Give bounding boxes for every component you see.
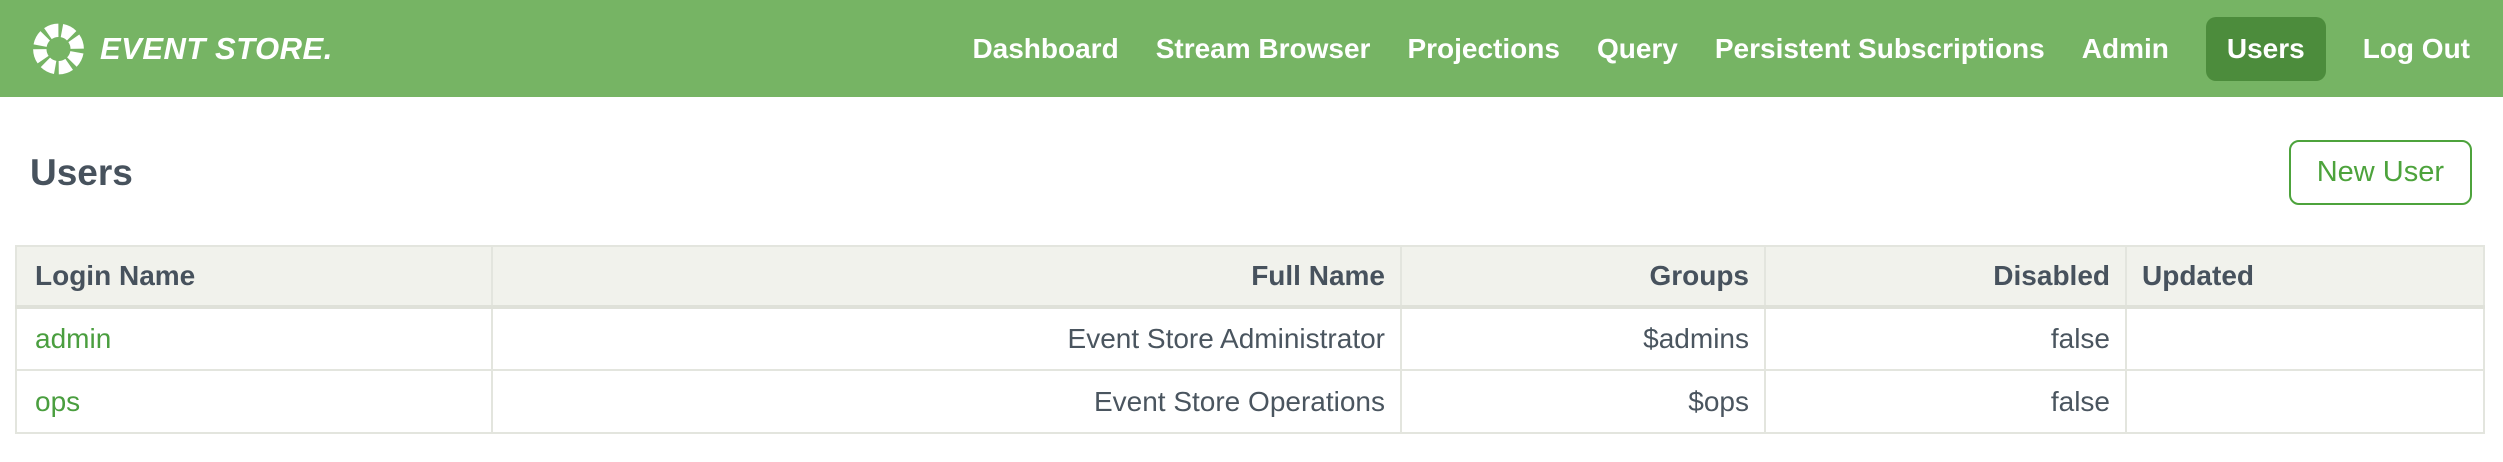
- users-table-body: admin Event Store Administrator $admins …: [16, 307, 2484, 433]
- column-header-login-name: Login Name: [16, 246, 492, 307]
- nav-item-admin[interactable]: Admin: [2082, 33, 2169, 65]
- cell-groups: $ops: [1401, 370, 1765, 433]
- user-link-admin[interactable]: admin: [35, 323, 111, 354]
- cell-disabled: false: [1765, 370, 2126, 433]
- table-row: ops Event Store Operations $ops false: [16, 370, 2484, 433]
- cell-disabled: false: [1765, 307, 2126, 370]
- nav-item-dashboard[interactable]: Dashboard: [972, 33, 1118, 65]
- nav-item-users[interactable]: Users: [2206, 17, 2326, 81]
- nav-menu: Dashboard Stream Browser Projections Que…: [972, 17, 2470, 81]
- nav-item-projections[interactable]: Projections: [1407, 33, 1559, 65]
- cell-updated: [2126, 307, 2484, 370]
- users-page: Users New User Login Name Full Name Grou…: [0, 97, 2503, 434]
- table-row: admin Event Store Administrator $admins …: [16, 307, 2484, 370]
- column-header-disabled: Disabled: [1765, 246, 2126, 307]
- users-table: Login Name Full Name Groups Disabled Upd…: [15, 245, 2485, 434]
- cell-login-name: admin: [16, 307, 492, 370]
- nav-item-persistent-subscriptions[interactable]: Persistent Subscriptions: [1715, 33, 2045, 65]
- new-user-button[interactable]: New User: [2289, 140, 2472, 205]
- aperture-shutter-icon: [30, 20, 87, 78]
- page-title: Users: [30, 152, 133, 194]
- page-header: Users New User: [0, 97, 2503, 205]
- column-header-updated: Updated: [2126, 246, 2484, 307]
- table-header-row: Login Name Full Name Groups Disabled Upd…: [16, 246, 2484, 307]
- event-store-logo: EVENT STORE.: [30, 20, 333, 78]
- nav-item-log-out[interactable]: Log Out: [2363, 33, 2470, 65]
- nav-item-query[interactable]: Query: [1597, 33, 1678, 65]
- brand-name: EVENT STORE.: [100, 31, 333, 67]
- user-link-ops[interactable]: ops: [35, 386, 80, 417]
- cell-login-name: ops: [16, 370, 492, 433]
- users-table-header: Login Name Full Name Groups Disabled Upd…: [16, 246, 2484, 307]
- column-header-full-name: Full Name: [492, 246, 1401, 307]
- nav-item-stream-browser[interactable]: Stream Browser: [1156, 33, 1371, 65]
- cell-groups: $admins: [1401, 307, 1765, 370]
- top-navbar: EVENT STORE. Dashboard Stream Browser Pr…: [0, 0, 2503, 97]
- cell-updated: [2126, 370, 2484, 433]
- cell-full-name: Event Store Administrator: [492, 307, 1401, 370]
- column-header-groups: Groups: [1401, 246, 1765, 307]
- cell-full-name: Event Store Operations: [492, 370, 1401, 433]
